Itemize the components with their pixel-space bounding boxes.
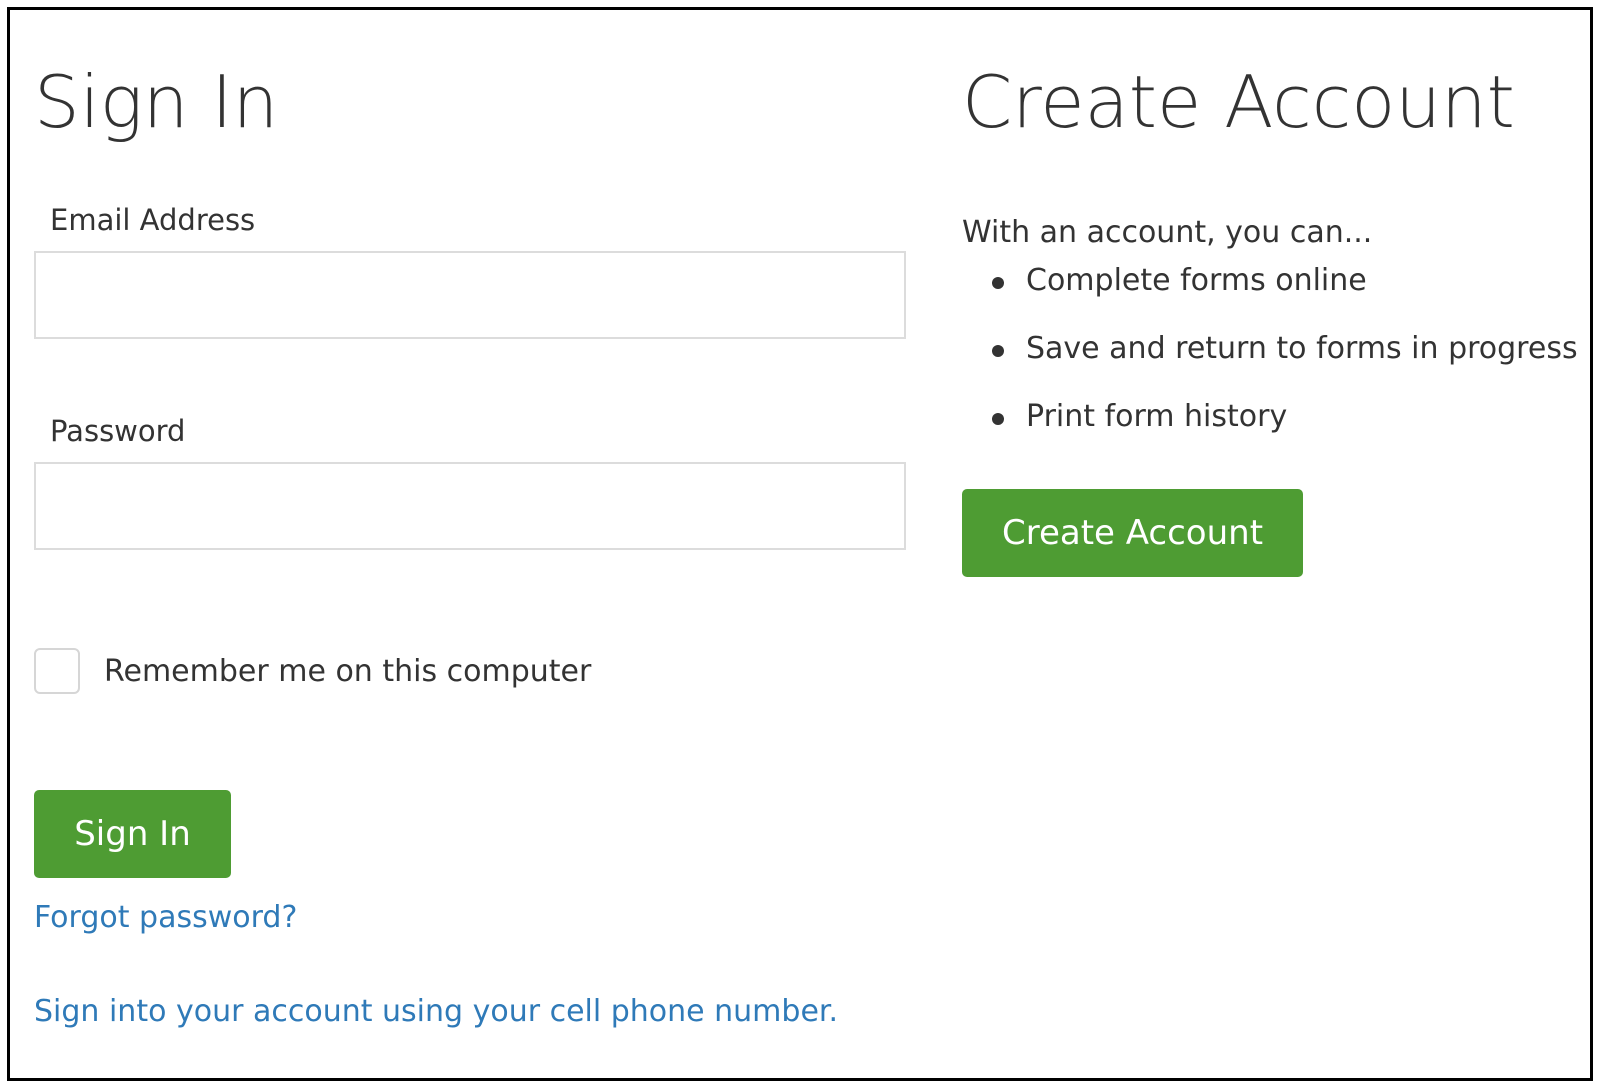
phone-sign-in-link[interactable]: Sign into your account using your cell p… (34, 997, 838, 1027)
password-label: Password (50, 414, 186, 448)
create-account-section: Create Account With an account, you can.… (962, 10, 1582, 1078)
sign-in-section: Sign In Email Address Password Remember … (34, 10, 906, 1078)
list-item: Print form history (962, 402, 1578, 470)
benefit-text: Print form history (1026, 399, 1288, 434)
list-item: Save and return to forms in progress (962, 334, 1578, 402)
page-frame: Sign In Email Address Password Remember … (7, 7, 1593, 1081)
email-label: Email Address (50, 203, 256, 237)
benefits-list: Complete forms online Save and return to… (962, 266, 1578, 470)
sign-in-title: Sign In (34, 60, 279, 144)
create-account-button[interactable]: Create Account (962, 489, 1303, 577)
create-account-title: Create Account (962, 60, 1515, 144)
bullet-icon (992, 345, 1004, 357)
bullet-icon (992, 277, 1004, 289)
benefit-text: Complete forms online (1026, 263, 1367, 298)
password-field[interactable] (34, 462, 906, 550)
remember-me-checkbox[interactable] (34, 648, 80, 694)
create-account-intro: With an account, you can... (962, 215, 1373, 250)
list-item: Complete forms online (962, 266, 1578, 334)
bullet-icon (992, 413, 1004, 425)
forgot-password-link[interactable]: Forgot password? (34, 903, 297, 933)
sign-in-button[interactable]: Sign In (34, 790, 231, 878)
email-field[interactable] (34, 251, 906, 339)
benefit-text: Save and return to forms in progress (1026, 331, 1578, 366)
remember-me-label[interactable]: Remember me on this computer (104, 657, 591, 687)
